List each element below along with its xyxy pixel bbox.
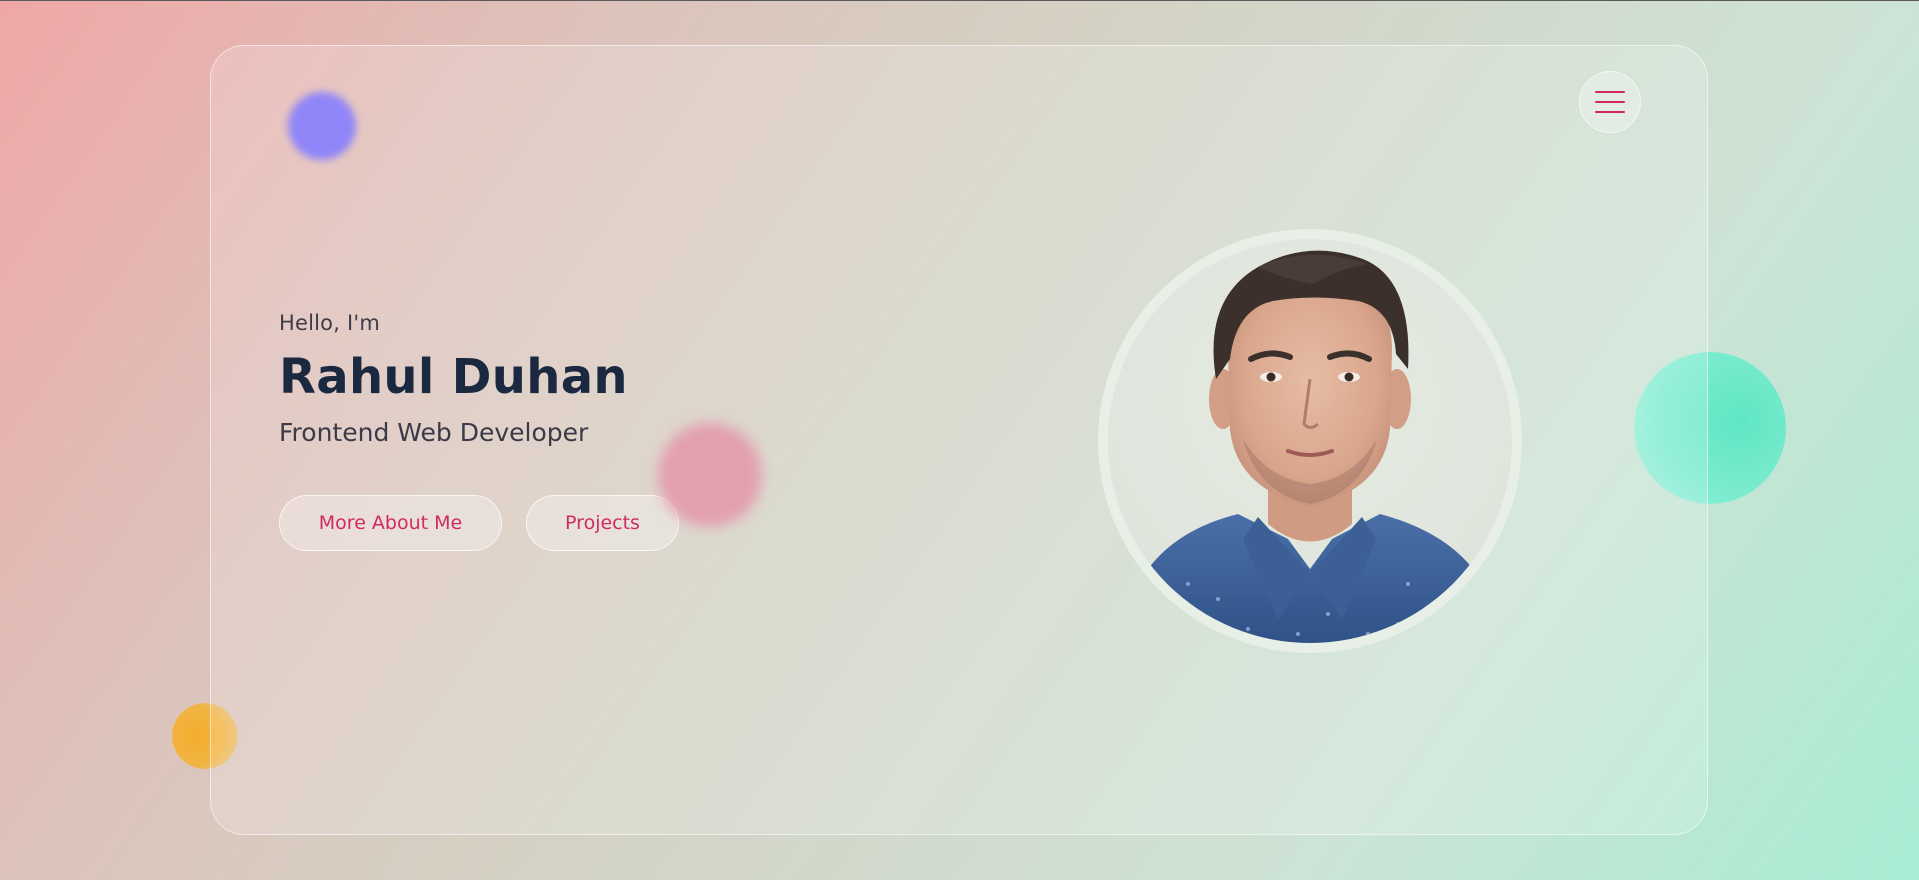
projects-button[interactable]: Projects: [526, 495, 679, 551]
more-about-me-button[interactable]: More About Me: [279, 495, 502, 551]
hamburger-menu-icon: [1595, 91, 1625, 93]
hero-glass-card: Hello, I'm Rahul Duhan Frontend Web Deve…: [210, 45, 1708, 835]
hero-intro: Hello, I'm Rahul Duhan Frontend Web Deve…: [279, 311, 628, 447]
profile-photo-icon: [1128, 250, 1498, 643]
profile-photo: [1098, 229, 1522, 653]
greeting-text: Hello, I'm: [279, 311, 381, 335]
hamburger-menu-icon-bar: [1595, 111, 1625, 113]
hero-actions: More About Me Projects: [279, 495, 679, 551]
top-border-line: [0, 0, 1919, 1]
decorative-blob-pink: [658, 423, 762, 527]
menu-button[interactable]: [1579, 71, 1641, 133]
developer-name: Rahul Duhan: [279, 349, 628, 405]
developer-role: Frontend Web Developer: [279, 418, 589, 447]
hamburger-menu-icon-bar: [1595, 101, 1625, 103]
